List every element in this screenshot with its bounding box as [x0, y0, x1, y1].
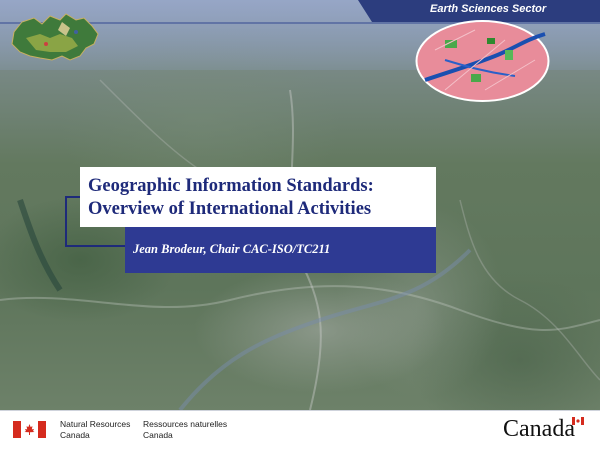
dept-en-line-1: Natural Resources — [60, 419, 131, 429]
footer: Natural Resources Canada Ressources natu… — [0, 410, 600, 451]
dept-fr-line-1: Ressources naturelles — [143, 419, 228, 429]
slide-title-line-2: Overview of International Activities — [88, 199, 372, 219]
wordmark-flag-icon — [572, 417, 584, 425]
city-map-icon — [415, 20, 550, 102]
department-name-english: Natural Resources Canada — [60, 419, 130, 441]
sector-label: Earth Sciences Sector — [430, 3, 547, 15]
canada-flag-icon — [13, 421, 46, 438]
title-box: Geographic Information Standards: Overvi… — [80, 167, 436, 227]
title-bracket-top — [65, 196, 80, 198]
presenter-label: Jean Brodeur, Chair CAC-ISO/TC211 — [133, 242, 331, 256]
dept-en-line-2: Canada — [60, 430, 90, 440]
canada-wordmark: Canada — [503, 416, 575, 442]
dept-fr-line-2: Canada — [143, 430, 173, 440]
slide-title-line-1: Geographic Information Standards: — [88, 176, 374, 196]
department-name-french: Ressources naturelles Canada — [143, 419, 227, 441]
title-bracket-bottom — [65, 245, 125, 247]
presenter-band: Jean Brodeur, Chair CAC-ISO/TC211 — [125, 227, 436, 273]
canada-map-icon — [11, 13, 99, 61]
title-bracket — [65, 196, 67, 247]
